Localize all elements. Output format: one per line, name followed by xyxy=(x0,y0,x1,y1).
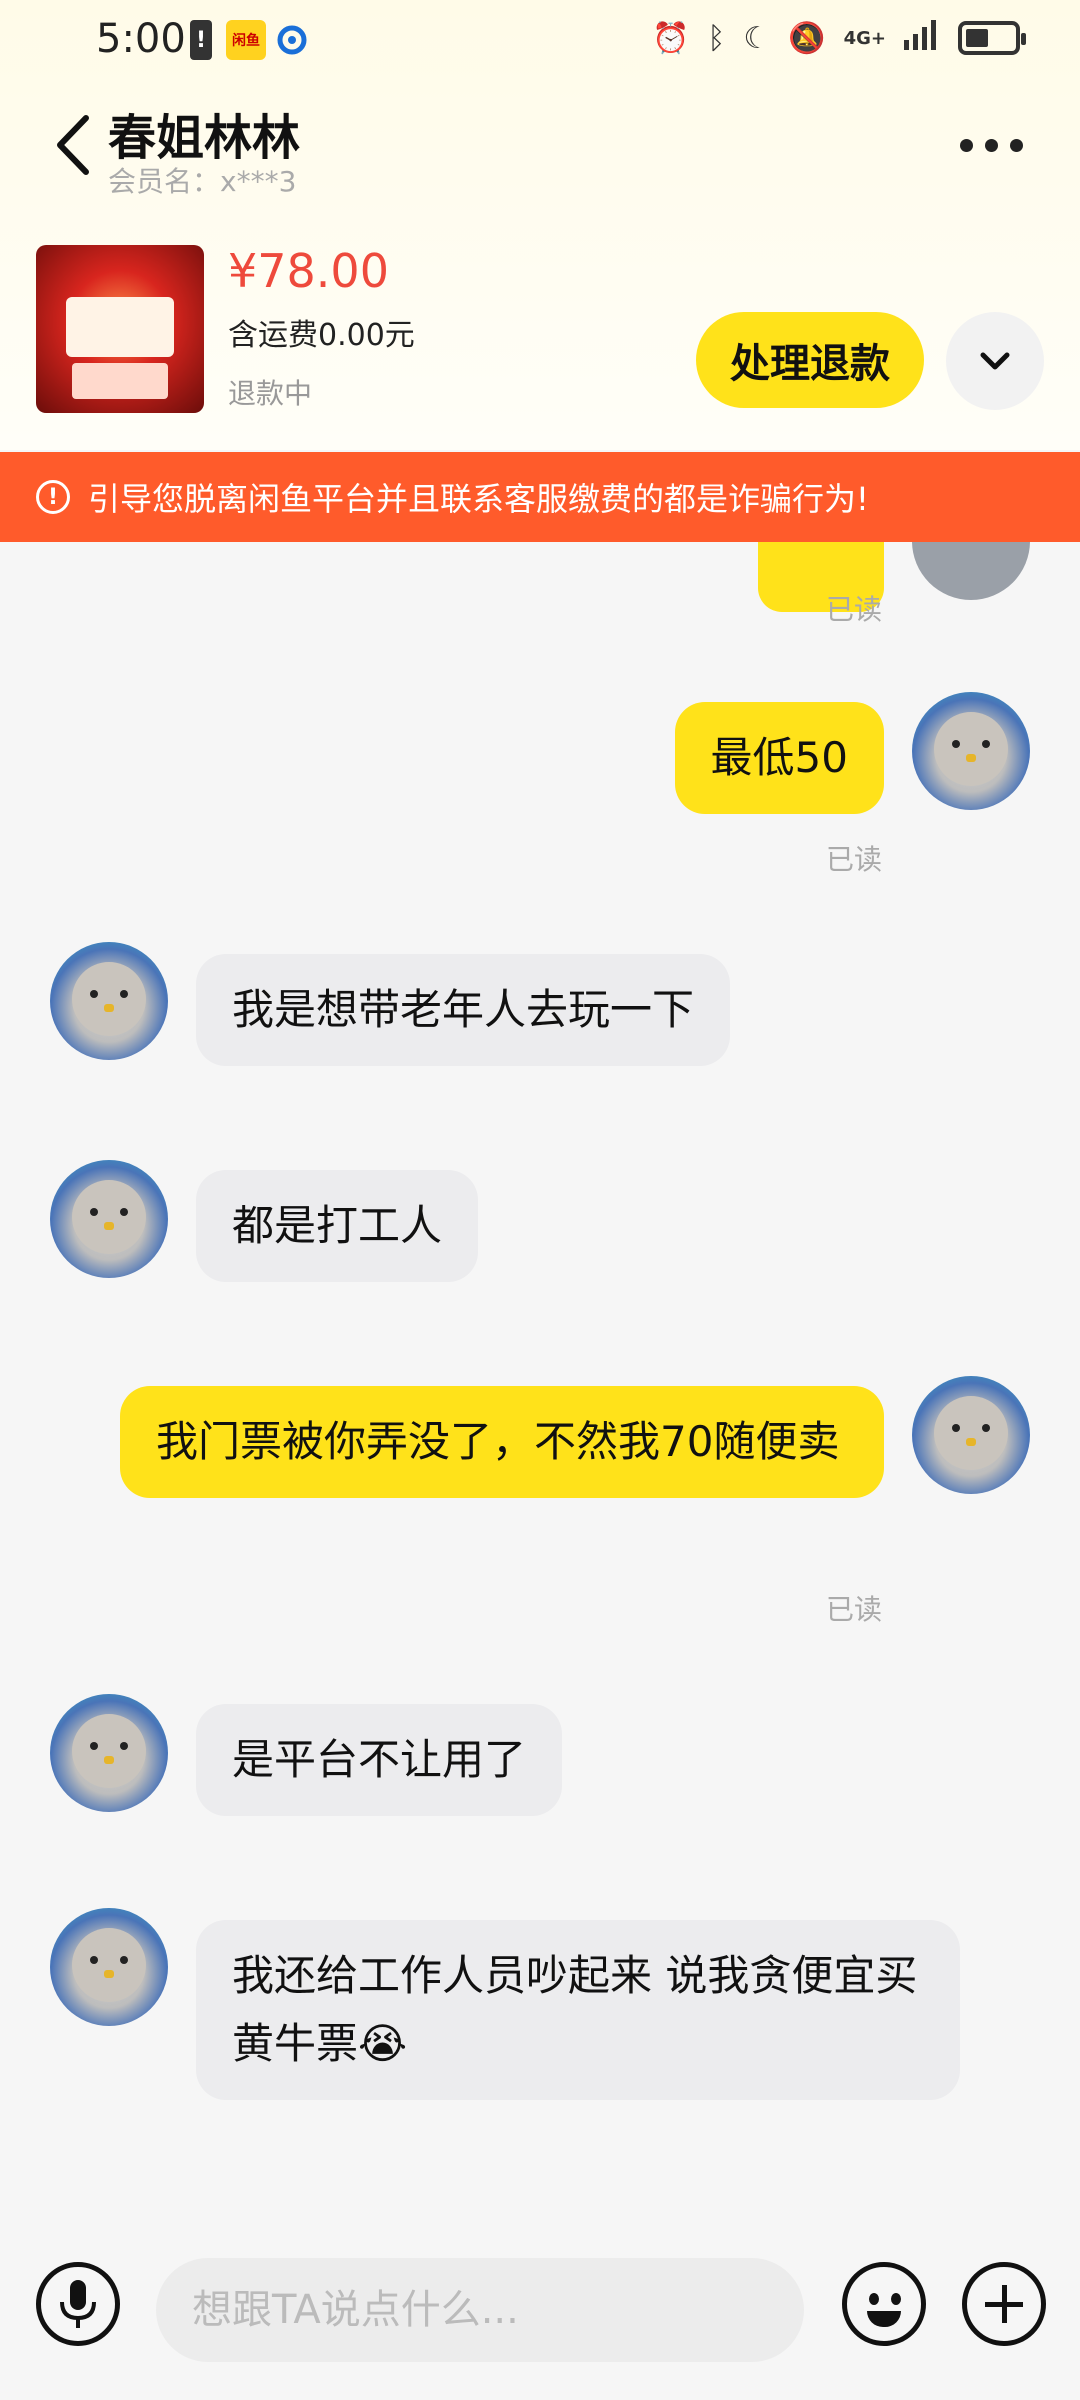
contact-message-bubble[interactable]: 我还给工作人员吵起来 说我贪便宜买黄牛票😭 xyxy=(196,1920,960,2100)
more-dot-icon xyxy=(960,138,973,152)
contact-avatar[interactable] xyxy=(50,1908,168,2026)
signal-icon xyxy=(904,18,940,58)
my-avatar[interactable] xyxy=(912,692,1030,810)
contact-avatar[interactable] xyxy=(50,942,168,1060)
microphone-icon xyxy=(60,2280,96,2328)
bluetooth-icon: ᛒ xyxy=(707,20,726,56)
more-dot-icon xyxy=(1010,138,1023,152)
app-notification-icon xyxy=(276,20,308,60)
status-time: 5:00 xyxy=(96,16,186,62)
status-icons: ⏰ ᛒ ☾ 🔕 4G+ xyxy=(651,18,1026,58)
chat-title: 春姐林林 xyxy=(108,110,301,166)
voice-input-button[interactable] xyxy=(36,2262,120,2346)
my-avatar[interactable] xyxy=(912,1376,1030,1494)
my-message-bubble[interactable]: 我门票被你弄没了，不然我70随便卖 xyxy=(120,1386,884,1498)
expand-button[interactable] xyxy=(946,312,1044,410)
more-dot-icon xyxy=(985,138,998,152)
warning-notification-icon: ! xyxy=(190,20,212,60)
smiley-icon xyxy=(867,2311,901,2327)
add-attachment-button[interactable] xyxy=(962,2262,1046,2346)
xianyu-app-icon: 闲鱼 xyxy=(226,20,266,60)
warning-text: 引导您脱离闲鱼平台并且联系客服缴费的都是诈骗行为! xyxy=(88,480,869,518)
battery-icon xyxy=(958,21,1026,55)
message-input[interactable] xyxy=(156,2258,804,2362)
back-button[interactable] xyxy=(48,110,98,180)
avatar xyxy=(912,542,1030,600)
more-options-button[interactable] xyxy=(960,130,1030,160)
read-receipt: 已读 xyxy=(826,843,883,876)
product-thumbnail[interactable] xyxy=(36,245,204,413)
shipping-info: 含运费0.00元 xyxy=(228,318,415,353)
contact-message-bubble[interactable]: 都是打工人 xyxy=(196,1170,479,1282)
product-price: ¥78.00 xyxy=(228,244,389,298)
order-status: 退款中 xyxy=(228,377,313,410)
contact-avatar[interactable] xyxy=(50,1160,168,1278)
read-receipt: 已读 xyxy=(826,1593,883,1626)
member-name: 会员名：x***3 xyxy=(108,165,297,198)
network-label: 4G+ xyxy=(843,27,886,49)
alert-circle-icon: ! xyxy=(36,480,70,514)
chevron-left-icon xyxy=(57,115,89,175)
chevron-down-icon xyxy=(980,352,1010,370)
status-bar: 5:00 ! 闲鱼 ⏰ ᛒ ☾ 🔕 4G+ xyxy=(0,0,1080,80)
emoji-button[interactable] xyxy=(842,2262,926,2346)
contact-message-bubble[interactable]: 是平台不让用了 xyxy=(196,1704,563,1816)
moon-icon: ☾ xyxy=(743,20,771,56)
contact-avatar[interactable] xyxy=(50,1694,168,1812)
chat-messages[interactable]: 已读 最低50 已读 我是想带老年人去玩一下 都是打工人 我门票被你弄没了，不然… xyxy=(0,542,1080,2222)
process-refund-button[interactable]: 处理退款 xyxy=(696,312,924,408)
my-message-bubble[interactable]: 最低50 xyxy=(674,702,884,814)
read-receipt: 已读 xyxy=(826,593,883,626)
mute-icon: 🔕 xyxy=(788,20,826,56)
message-input-bar xyxy=(0,2222,1080,2400)
contact-message-bubble[interactable]: 我是想带老年人去玩一下 xyxy=(196,954,731,1066)
alarm-icon: ⏰ xyxy=(651,20,690,56)
fraud-warning-bar: ! 引导您脱离闲鱼平台并且联系客服缴费的都是诈骗行为! xyxy=(0,452,1080,542)
